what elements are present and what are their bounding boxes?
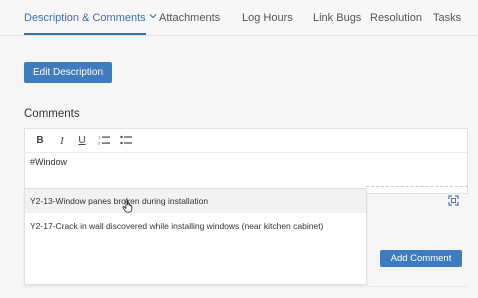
mention-suggestions: Y2-13-Window panes broken during install… xyxy=(24,188,367,285)
bottom-divider xyxy=(24,286,468,287)
chevron-down-icon xyxy=(149,14,157,19)
italic-button[interactable]: I xyxy=(55,134,69,148)
bullet-list-button[interactable] xyxy=(119,134,133,148)
tab-label: Description & Comments xyxy=(24,12,146,24)
tab-link-bugs[interactable]: Link Bugs xyxy=(313,12,361,24)
comment-editor[interactable]: B I U 1 2 #Window xyxy=(24,128,468,194)
active-tab-indicator xyxy=(24,33,146,35)
add-comment-button[interactable]: Add Comment xyxy=(380,250,462,267)
ordered-list-icon: 1 2 xyxy=(98,135,110,146)
edit-description-button[interactable]: Edit Description xyxy=(24,62,112,83)
editor-divider xyxy=(366,186,468,187)
bold-button[interactable]: B xyxy=(33,134,47,148)
tab-tasks[interactable]: Tasks xyxy=(433,12,461,24)
tab-resolution[interactable]: Resolution xyxy=(370,12,422,24)
comment-text: #Window xyxy=(30,157,68,167)
suggestion-item[interactable]: Y2-13-Window panes broken during install… xyxy=(25,189,366,213)
editor-toolbar: B I U 1 2 xyxy=(25,129,467,153)
svg-text:2: 2 xyxy=(98,141,101,146)
suggestion-item[interactable]: Y2-17-Crack in wall discovered while ins… xyxy=(25,214,366,238)
hand-cursor-icon xyxy=(122,199,133,213)
tab-description-comments[interactable]: Description & Comments xyxy=(24,12,157,24)
underline-button[interactable]: U xyxy=(75,134,89,148)
tab-log-hours[interactable]: Log Hours xyxy=(242,12,293,24)
tab-attachments[interactable]: Attachments xyxy=(159,12,220,24)
comments-heading: Comments xyxy=(24,108,80,120)
expand-icon[interactable] xyxy=(448,195,459,206)
tab-bar: Description & Comments Attachments Log H… xyxy=(0,0,478,36)
ordered-list-button[interactable]: 1 2 xyxy=(97,134,111,148)
svg-text:1: 1 xyxy=(98,135,101,140)
bullet-list-icon xyxy=(120,135,132,145)
